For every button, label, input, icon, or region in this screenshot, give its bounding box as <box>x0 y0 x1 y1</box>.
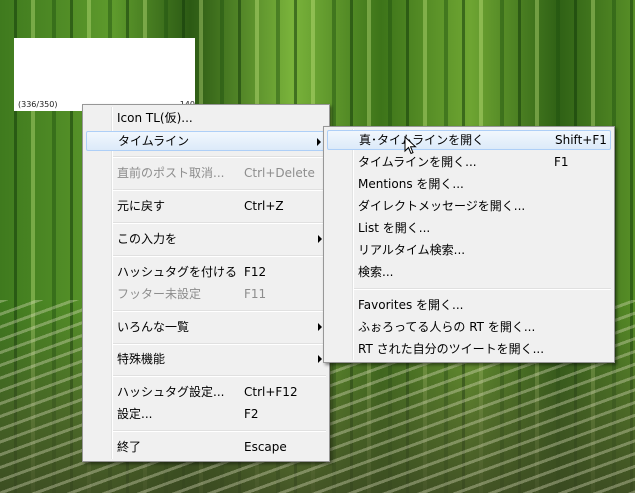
menu-item-add-hashtag[interactable]: ハッシュタグを付ける F12 <box>86 262 326 282</box>
submenu-item-mentions[interactable]: Mentions を開く... <box>327 174 611 194</box>
timeline-submenu: 真･タイムラインを開く Shift+F1 タイムラインを開く... F1 Men… <box>323 126 615 363</box>
submenu-item-search[interactable]: 検索... <box>327 262 611 282</box>
submenu-item-true-timeline[interactable]: 真･タイムラインを開く Shift+F1 <box>327 130 611 150</box>
submenu-arrow-icon <box>318 355 322 363</box>
submenu-item-list[interactable]: List を開く... <box>327 218 611 238</box>
submenu-item-rt-from-following[interactable]: ふぉろってる人らの RT を開く... <box>327 317 611 337</box>
menu-separator <box>113 430 326 432</box>
submenu-arrow-icon <box>318 323 322 331</box>
submenu-item-favorites[interactable]: Favorites を開く... <box>327 295 611 315</box>
menu-item-special[interactable]: 特殊機能 <box>86 349 326 369</box>
menu-item-exit[interactable]: 終了 Escape <box>86 437 326 457</box>
menu-item-timeline[interactable]: タイムライン <box>86 131 326 151</box>
submenu-arrow-icon <box>317 138 321 146</box>
menu-separator <box>354 288 611 290</box>
submenu-item-rt-mine[interactable]: RT された自分のツイートを開く... <box>327 339 611 359</box>
menu-item-various-list[interactable]: いろんな一覧 <box>86 317 326 337</box>
menu-separator <box>113 222 326 224</box>
menu-item-undo-post: 直前のポスト取消... Ctrl+Delete <box>117 166 315 180</box>
menu-separator <box>113 310 326 312</box>
menu-item-icon-tl[interactable]: Icon TL(仮)... <box>86 108 326 128</box>
menu-separator <box>113 375 326 377</box>
context-menu: Icon TL(仮)... タイムライン 直前のポスト取消... Ctrl+De… <box>82 104 330 462</box>
compose-box[interactable]: (336/350) 140 <box>14 38 195 111</box>
menu-item-this-input[interactable]: この入力を <box>86 229 326 249</box>
menu-separator <box>113 255 326 257</box>
menu-separator <box>113 156 326 158</box>
char-counter: (336/350) <box>18 100 58 109</box>
menu-item-hashtag-settings[interactable]: ハッシュタグ設定... Ctrl+F12 <box>86 382 326 402</box>
menu-item-settings[interactable]: 設定... F2 <box>86 404 326 424</box>
menu-separator <box>113 189 326 191</box>
submenu-item-open-timeline[interactable]: タイムラインを開く... F1 <box>327 152 611 172</box>
submenu-item-realtime-search[interactable]: リアルタイム検索... <box>327 240 611 260</box>
menu-item-revert[interactable]: 元に戻す Ctrl+Z <box>86 196 326 216</box>
submenu-item-dm[interactable]: ダイレクトメッセージを開く... <box>327 196 611 216</box>
menu-item-footer-unset: フッター未設定 F11 <box>117 287 267 301</box>
mouse-cursor-icon <box>404 136 417 155</box>
submenu-arrow-icon <box>318 235 322 243</box>
menu-separator <box>113 343 326 345</box>
